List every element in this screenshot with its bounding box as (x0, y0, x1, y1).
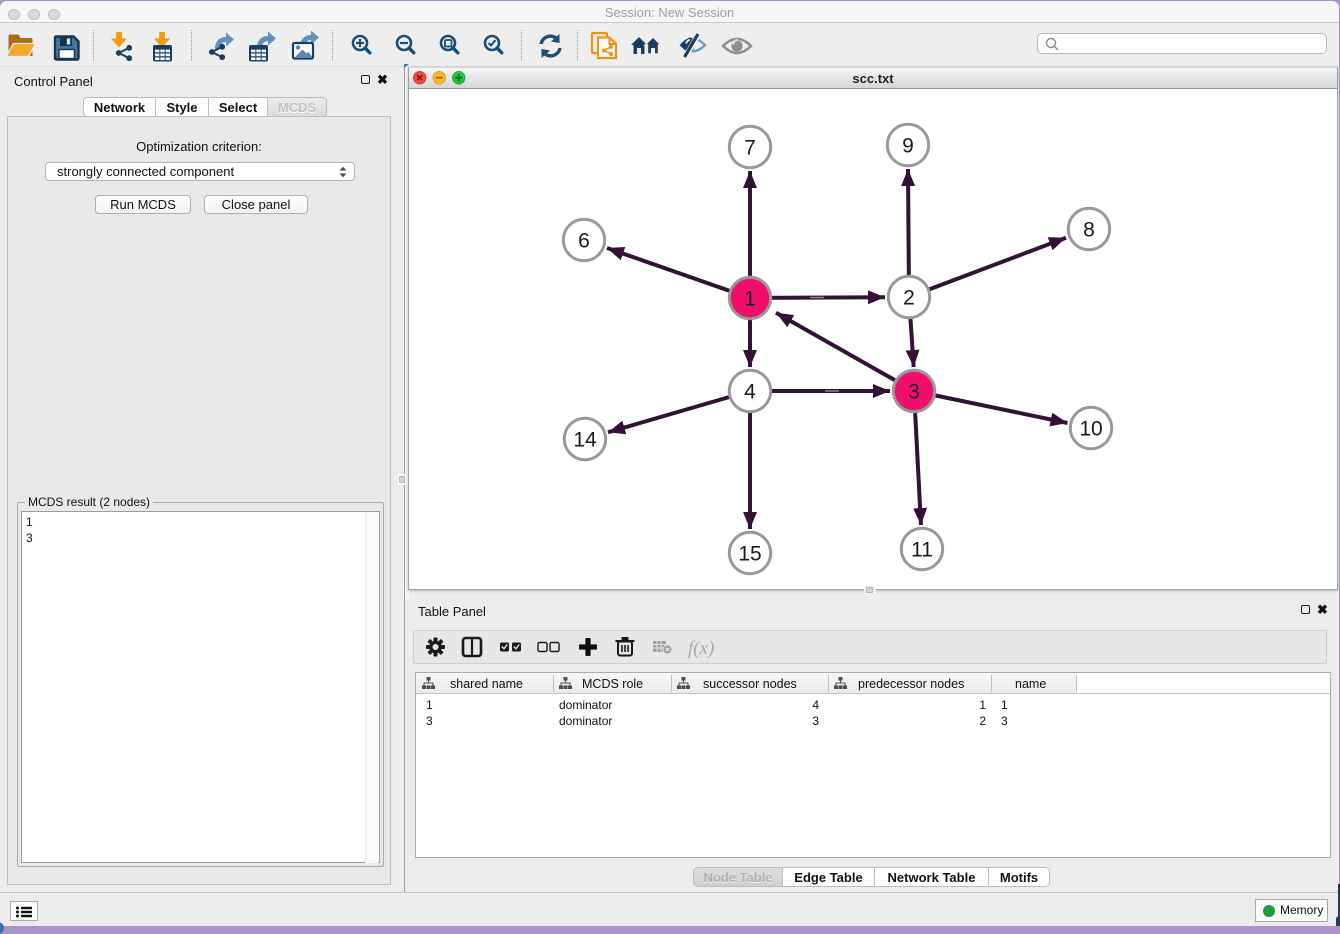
svg-text:14: 14 (573, 429, 597, 452)
svg-text:2: 2 (903, 287, 915, 310)
svg-text:9: 9 (902, 135, 914, 158)
svg-text:successor nodes: successor nodes (703, 677, 797, 691)
svg-text:predecessor nodes: predecessor nodes (858, 677, 964, 691)
svg-text:15: 15 (738, 543, 761, 566)
svg-text:7: 7 (744, 137, 756, 160)
svg-text:8: 8 (1083, 219, 1095, 242)
svg-text:1: 1 (744, 288, 756, 311)
svg-text:MCDS role: MCDS role (582, 677, 643, 691)
svg-text:name: name (1015, 677, 1046, 691)
svg-text:6: 6 (578, 230, 590, 253)
svg-text:3: 3 (908, 381, 920, 404)
svg-text:10: 10 (1079, 418, 1102, 441)
svg-text:11: 11 (911, 539, 933, 562)
svg-text:4: 4 (744, 381, 756, 404)
svg-text:shared name: shared name (450, 677, 523, 691)
svg-text:f(x): f(x) (688, 638, 714, 659)
